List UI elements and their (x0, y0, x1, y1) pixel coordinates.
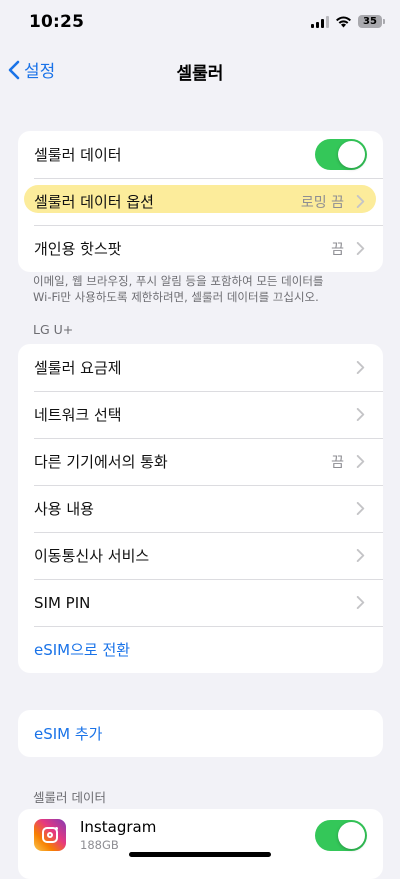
app-usage: 188GB (80, 838, 119, 852)
status-icons: 35 (311, 15, 385, 28)
toggle-knob (338, 141, 365, 168)
row-label: 다른 기기에서의 통화 (34, 453, 168, 471)
status-time: 10:25 (29, 12, 85, 32)
app-data-group: Instagram 188GB (18, 809, 383, 879)
chevron-right-icon (356, 408, 365, 421)
cellular-footnote: 이메일, 웹 브라우징, 푸시 알림 등을 포함하여 모든 데이터를 Wi-Fi… (33, 273, 373, 305)
add-esim-row[interactable]: eSIM 추가 (18, 710, 383, 757)
row-value: 끔 (331, 454, 344, 471)
cellular-plan-row[interactable]: 셀룰러 요금제 (18, 344, 383, 391)
chevron-right-icon (356, 502, 365, 515)
instagram-icon (34, 819, 66, 851)
sim-pin-row[interactable]: SIM PIN (18, 579, 383, 626)
footnote-line: 이메일, 웹 브라우징, 푸시 알림 등을 포함하여 모든 데이터를 (33, 274, 324, 288)
add-esim-link[interactable]: eSIM 추가 (34, 723, 102, 744)
convert-to-esim-link[interactable]: eSIM으로 전환 (34, 639, 130, 660)
row-label: 셀룰러 데이터 옵션 (34, 193, 154, 211)
row-value: 끔 (331, 241, 344, 258)
carrier-section-header: LG U+ (33, 322, 74, 337)
row-label: 셀룰러 데이터 (34, 146, 122, 164)
cellular-data-options-row[interactable]: 셀룰러 데이터 옵션 로밍 끔 (18, 178, 383, 225)
cellular-data-toggle[interactable] (315, 139, 367, 170)
row-value: 로밍 끔 (300, 194, 344, 211)
row-label: 셀룰러 요금제 (34, 359, 122, 377)
calls-on-other-devices-row[interactable]: 다른 기기에서의 통화 끔 (18, 438, 383, 485)
row-label: SIM PIN (34, 593, 91, 612)
cellular-data-section-header: 셀룰러 데이터 (33, 790, 106, 805)
row-label: 네트워크 선택 (34, 406, 122, 424)
wifi-icon (336, 16, 351, 27)
usage-row[interactable]: 사용 내용 (18, 485, 383, 532)
chevron-right-icon (356, 455, 365, 468)
cellular-signal-icon (311, 15, 329, 28)
toggle-knob (338, 821, 365, 849)
row-label: 개인용 핫스팟 (34, 240, 122, 258)
carrier-group: 셀룰러 요금제 네트워크 선택 다른 기기에서의 통화 끔 사용 내용 이동통신… (18, 344, 383, 673)
network-selection-row[interactable]: 네트워크 선택 (18, 391, 383, 438)
chevron-right-icon (356, 596, 365, 609)
convert-to-esim-row[interactable]: eSIM으로 전환 (18, 626, 383, 673)
battery-icon: 35 (358, 15, 385, 28)
row-label: 이동통신사 서비스 (34, 547, 150, 565)
chevron-right-icon (356, 549, 365, 562)
cellular-data-row: 셀룰러 데이터 (18, 131, 383, 178)
chevron-right-icon (356, 195, 365, 208)
add-esim-group: eSIM 추가 (18, 710, 383, 757)
cellular-data-group: 셀룰러 데이터 셀룰러 데이터 옵션 로밍 끔 개인용 핫스팟 끔 (18, 131, 383, 272)
page-title: 셀룰러 (176, 64, 224, 84)
instagram-data-toggle[interactable] (315, 819, 367, 851)
row-label: 사용 내용 (34, 500, 94, 518)
chevron-right-icon (356, 242, 365, 255)
home-indicator (129, 852, 271, 857)
chevron-right-icon (356, 361, 365, 374)
personal-hotspot-row[interactable]: 개인용 핫스팟 끔 (18, 225, 383, 272)
app-name: Instagram (80, 818, 157, 836)
carrier-services-row[interactable]: 이동통신사 서비스 (18, 532, 383, 579)
footnote-line: Wi-Fi만 사용하도록 제한하려면, 셀룰러 데이터를 끄십시오. (33, 290, 319, 304)
